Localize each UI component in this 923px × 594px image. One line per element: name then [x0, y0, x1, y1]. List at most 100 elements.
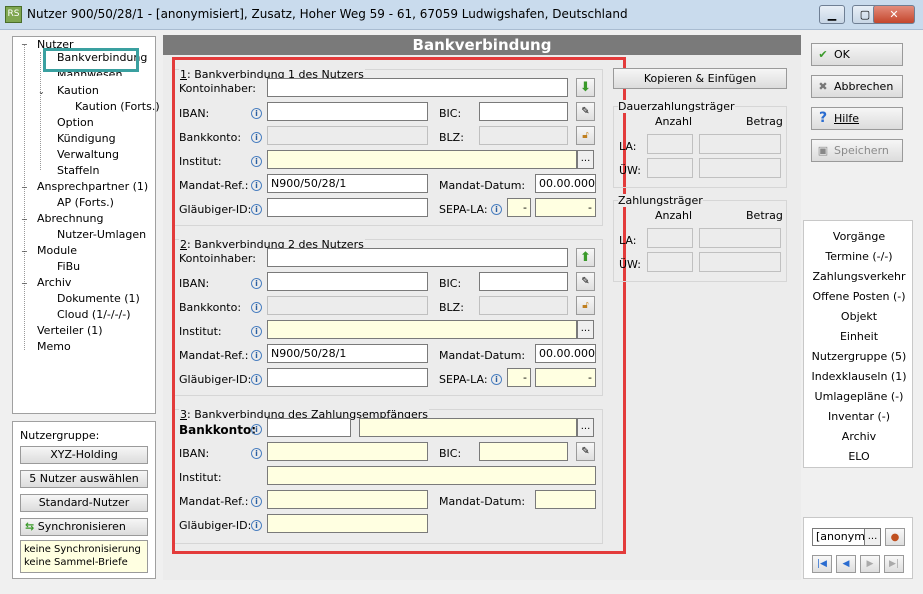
related-links-panel: Vorgänge Termine (-/-) Zahlungsverkehr O… — [803, 220, 913, 468]
tree-item-memo[interactable]: Memo — [37, 340, 71, 354]
nav-link-offene-posten[interactable]: Offene Posten (-) — [804, 290, 914, 304]
nav-link-inventar[interactable]: Inventar (-) — [804, 410, 914, 424]
tree-item-cloud[interactable]: Cloud (1/-/-/-) — [57, 308, 131, 322]
minimize-button[interactable]: ▁ — [819, 5, 845, 24]
cancel-button[interactable]: ✖ Abbrechen — [811, 75, 903, 98]
nav-link-umlageplaene[interactable]: Umlagepläne (-) — [804, 390, 914, 404]
collapse-icon[interactable]: − — [21, 247, 28, 256]
first-icon: |◀ — [817, 559, 827, 569]
zahlung-la-betrag — [699, 228, 781, 248]
save-button[interactable]: ▣ Speichern — [811, 139, 903, 162]
tree-item-staffeln[interactable]: Staffeln — [57, 164, 99, 178]
tree-item-nutzer-umlagen[interactable]: Nutzer-Umlagen — [57, 228, 146, 242]
tree-item-module[interactable]: Module — [37, 244, 77, 258]
dauer-betrag-header: Betrag — [746, 115, 783, 128]
zahlung-uw-anzahl — [647, 252, 693, 272]
tree-item-ansprechpartner[interactable]: Ansprechpartner (1) — [37, 180, 148, 194]
nav-link-zahlungsverkehr[interactable]: Zahlungsverkehr — [804, 270, 914, 284]
sync-icon: ⇆ — [25, 520, 35, 533]
app-icon: RS — [5, 6, 22, 23]
dauer-la-anzahl — [647, 134, 693, 154]
record-navigator: [anonymi ... ● |◀ ◀ ▶ ▶| — [803, 517, 913, 579]
collapse-icon[interactable]: − — [21, 279, 28, 288]
checkmark-icon: ✔ — [818, 48, 828, 61]
help-button[interactable]: ? Hilfe — [811, 107, 903, 130]
dauer-uw-label: ÜW: — [619, 164, 641, 177]
dauer-la-label: LA: — [619, 140, 637, 153]
tree-item-archiv[interactable]: Archiv — [37, 276, 71, 290]
navigation-tree: − Nutzer Bankverbindung Mahnwesen ⌄ Kaut… — [12, 36, 160, 414]
nutzergruppe-panel: Nutzergruppe: XYZ-Holding 5 Nutzer auswä… — [12, 421, 156, 579]
previous-record-button[interactable]: ◀ — [836, 555, 856, 573]
people-icon: ● — [890, 532, 900, 543]
tree-item-kaution[interactable]: Kaution — [57, 84, 99, 98]
first-record-button[interactable]: |◀ — [812, 555, 832, 573]
nav-link-einheit[interactable]: Einheit — [804, 330, 914, 344]
tree-item-verwaltung[interactable]: Verwaltung — [57, 148, 119, 162]
nav-link-nutzergruppe[interactable]: Nutzergruppe (5) — [804, 350, 914, 364]
zahlung-title: Zahlungsträger — [618, 194, 703, 207]
nav-link-objekt[interactable]: Objekt — [804, 310, 914, 324]
tree-item-abrechnung[interactable]: Abrechnung — [37, 212, 103, 226]
ok-button[interactable]: ✔ OK — [811, 43, 903, 66]
highlight-box — [172, 57, 626, 554]
record-browse-button[interactable]: ... — [864, 528, 881, 546]
next-record-button[interactable]: ▶ — [860, 555, 880, 573]
window-title: Nutzer 900/50/28/1 - [anonymisiert], Zus… — [27, 7, 628, 21]
tree-item-option[interactable]: Option — [57, 116, 94, 130]
tree-item-kaution-forts[interactable]: Kaution (Forts.) — [75, 100, 160, 114]
title-bar: RS Nutzer 900/50/28/1 - [anonymisiert], … — [0, 0, 923, 30]
page-title: Bankverbindung — [163, 35, 801, 55]
nav-link-elo[interactable]: ELO — [804, 450, 914, 464]
zahlung-betrag-header: Betrag — [746, 209, 783, 222]
tree-item-ap-forts[interactable]: AP (Forts.) — [57, 196, 114, 210]
dauer-title: Dauerzahlungsträger — [618, 100, 735, 113]
zahlung-uw-betrag — [699, 252, 781, 272]
nav-link-vorgaenge[interactable]: Vorgänge — [804, 230, 914, 244]
dauer-uw-betrag — [699, 158, 781, 178]
nav-link-termine[interactable]: Termine (-/-) — [804, 250, 914, 264]
collapse-icon[interactable]: − — [21, 215, 28, 224]
tree-item-kuendigung[interactable]: Kündigung — [57, 132, 116, 146]
sync-note: keine Synchronisierung keine Sammel-Brie… — [20, 540, 148, 573]
tree-item-fibu[interactable]: FiBu — [57, 260, 80, 274]
cross-icon: ✖ — [818, 80, 828, 93]
nutzergruppe-label: Nutzergruppe: — [20, 429, 100, 442]
sync-note-line-2: keine Sammel-Briefe — [24, 557, 128, 568]
record-field[interactable]: [anonymi — [812, 528, 865, 546]
cancel-label: Abbrechen — [834, 80, 894, 93]
xyz-holding-button[interactable]: XYZ-Holding — [20, 446, 148, 464]
nav-link-archiv[interactable]: Archiv — [804, 430, 914, 444]
save-icon: ▣ — [817, 144, 829, 157]
dauer-uw-anzahl — [647, 158, 693, 178]
nav-link-indexklauseln[interactable]: Indexklauseln (1) — [804, 370, 914, 384]
next-icon: ▶ — [866, 559, 874, 569]
collapse-icon[interactable]: − — [21, 183, 28, 192]
expand-icon[interactable]: ⌄ — [38, 87, 45, 96]
previous-icon: ◀ — [842, 559, 850, 569]
dauer-la-betrag — [699, 134, 781, 154]
zahlung-la-label: LA: — [619, 234, 637, 247]
collapse-icon[interactable]: − — [21, 40, 28, 49]
sync-label: Synchronisieren — [37, 520, 126, 533]
zahlung-anzahl-header: Anzahl — [655, 209, 693, 222]
sync-note-line-1: keine Synchronisierung — [24, 544, 141, 555]
tree-item-verteiler[interactable]: Verteiler (1) — [37, 324, 103, 338]
help-icon: ? — [818, 110, 828, 126]
sync-button[interactable]: ⇆ Synchronisieren — [20, 518, 148, 536]
tree-selection-highlight — [43, 48, 139, 72]
last-record-button[interactable]: ▶| — [884, 555, 904, 573]
contacts-button[interactable]: ● — [885, 528, 905, 546]
zahlung-uw-label: ÜW: — [619, 258, 641, 271]
copy-paste-button[interactable]: Kopieren & Einfügen — [613, 68, 787, 89]
zahlung-la-anzahl — [647, 228, 693, 248]
save-label: Speichern — [834, 144, 889, 157]
dauer-anzahl-header: Anzahl — [655, 115, 693, 128]
last-icon: ▶| — [889, 559, 899, 569]
ok-label: OK — [834, 48, 850, 61]
close-button[interactable]: ✕ — [873, 5, 915, 24]
select-users-button[interactable]: 5 Nutzer auswählen — [20, 470, 148, 488]
tree-item-dokumente[interactable]: Dokumente (1) — [57, 292, 140, 306]
help-label: Hilfe — [834, 112, 860, 125]
standard-user-button[interactable]: Standard-Nutzer — [20, 494, 148, 512]
